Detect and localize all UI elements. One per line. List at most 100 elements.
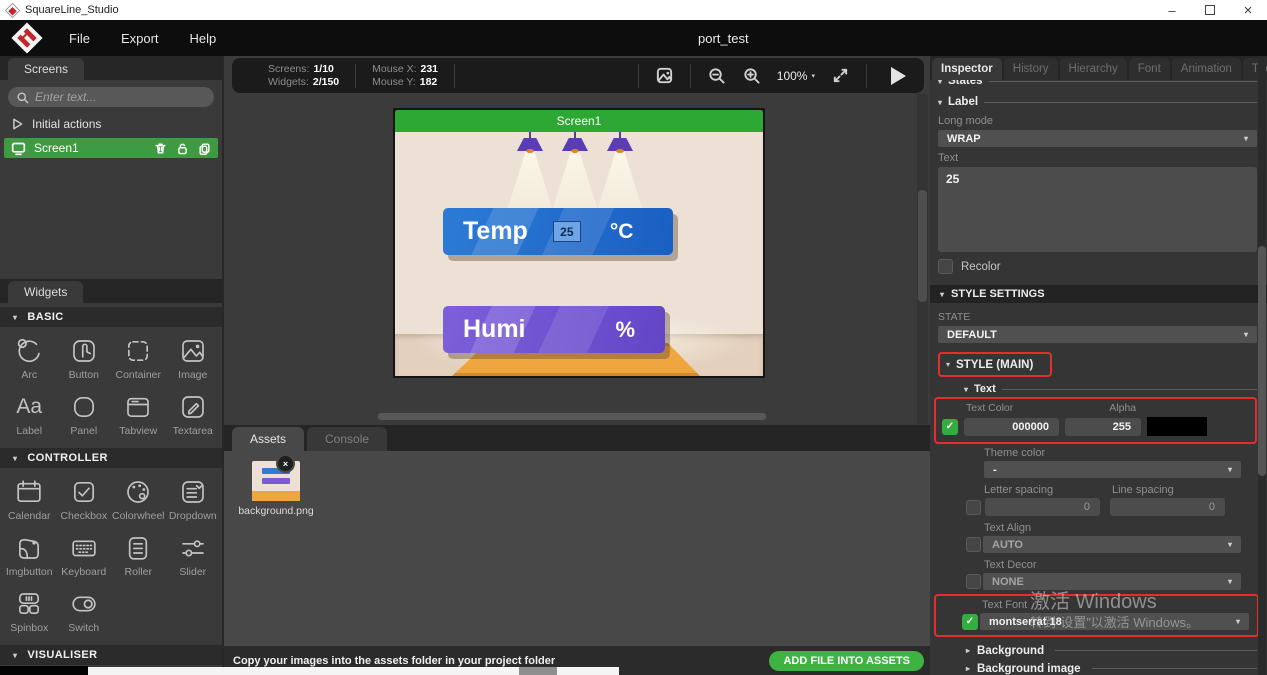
- text-align-dropdown[interactable]: AUTO ▾: [983, 536, 1241, 553]
- screens-search-input[interactable]: Enter text...: [8, 87, 214, 107]
- search-placeholder: Enter text...: [35, 90, 97, 104]
- widget-calendar[interactable]: Calendar: [2, 471, 57, 527]
- play-button[interactable]: [891, 66, 906, 85]
- humi-panel-widget[interactable]: Humi %: [443, 306, 665, 353]
- long-mode-label: Long mode: [938, 115, 994, 127]
- zoom-level-dropdown[interactable]: 100% ▾: [777, 69, 815, 83]
- line-spacing-field[interactable]: 0: [1110, 498, 1225, 516]
- letter-spacing-field[interactable]: 0: [985, 498, 1100, 516]
- minimize-button[interactable]: –: [1153, 0, 1191, 20]
- maximize-button[interactable]: [1191, 0, 1229, 20]
- theme-color-dropdown[interactable]: - ▾: [984, 461, 1241, 478]
- tab-console[interactable]: Console: [307, 427, 388, 451]
- tab-screens[interactable]: Screens: [8, 58, 85, 80]
- widget-tabview[interactable]: Tabview: [111, 386, 166, 442]
- tab-font[interactable]: Font: [1128, 58, 1170, 80]
- widget-label[interactable]: Aa Label: [2, 386, 57, 442]
- screens-widgets-stats: Screens: 1/10 Widgets: 2/150: [268, 62, 340, 88]
- widget-keyboard[interactable]: Keyboard: [57, 527, 112, 583]
- state-dropdown[interactable]: DEFAULT ▾: [938, 326, 1257, 343]
- text-font-dropdown[interactable]: montserrat 18 ▾: [980, 613, 1249, 630]
- screen-canvas[interactable]: Temp 25 °C Humi %: [395, 132, 763, 376]
- screen-header[interactable]: Screen1: [395, 110, 763, 132]
- menu-file[interactable]: File: [69, 31, 90, 46]
- text-color-swatch[interactable]: [1147, 417, 1207, 436]
- add-file-into-assets-button[interactable]: ADD FILE INTO ASSETS: [769, 650, 924, 671]
- duplicate-icon[interactable]: [198, 142, 211, 155]
- tab-history[interactable]: History: [1003, 58, 1058, 80]
- tab-assets[interactable]: Assets: [232, 427, 305, 451]
- dropdown-icon: [181, 481, 204, 503]
- delete-icon[interactable]: [154, 142, 167, 155]
- close-icon: ×: [282, 458, 289, 469]
- toolbar-separator: [637, 63, 639, 88]
- widget-dropdown[interactable]: Dropdown: [166, 471, 221, 527]
- colorwheel-icon: [127, 481, 150, 503]
- widget-spinbox[interactable]: Spinbox: [2, 583, 57, 639]
- section-basic[interactable]: ▾ BASIC: [0, 307, 222, 327]
- label-section-header[interactable]: ▾ Label: [938, 96, 1257, 108]
- widget-panel[interactable]: Panel: [57, 386, 112, 442]
- widget-roller[interactable]: Roller: [111, 527, 166, 583]
- background-image-icon[interactable]: [655, 66, 674, 85]
- spacing-checkbox[interactable]: [966, 499, 981, 515]
- tab-inspector[interactable]: Inspector: [932, 58, 1002, 80]
- style-settings-header[interactable]: ▾ STYLE SETTINGS: [930, 285, 1267, 303]
- widget-checkbox[interactable]: Checkbox: [57, 471, 112, 527]
- background-image-section-header[interactable]: ▸ Background image: [938, 660, 1257, 675]
- initial-actions-row[interactable]: Initial actions: [10, 117, 212, 131]
- menu-help[interactable]: Help: [190, 31, 217, 46]
- humi-unit-label[interactable]: %: [615, 317, 635, 343]
- temp-value-label-selected[interactable]: 25: [552, 221, 581, 242]
- widget-switch[interactable]: Switch: [57, 583, 112, 639]
- screen-list-item-selected[interactable]: Screen1: [4, 138, 218, 158]
- close-button[interactable]: ×: [1229, 0, 1267, 20]
- menu-export[interactable]: Export: [121, 31, 159, 46]
- widget-button[interactable]: Button: [57, 330, 112, 386]
- background-section-header[interactable]: ▸ Background: [938, 642, 1257, 659]
- vertical-scrollbar-thumb[interactable]: [918, 190, 927, 302]
- inspector-scrollbar-thumb[interactable]: [1258, 246, 1266, 476]
- widget-textarea[interactable]: Textarea: [166, 386, 221, 442]
- text-value-textarea[interactable]: 25: [938, 167, 1257, 252]
- widget-image[interactable]: Image: [166, 330, 221, 386]
- recolor-checkbox[interactable]: [938, 259, 953, 274]
- tab-widgets[interactable]: Widgets: [8, 281, 84, 303]
- temp-unit-label[interactable]: °C: [610, 220, 634, 244]
- temp-panel-widget[interactable]: Temp 25 °C: [443, 208, 673, 255]
- widget-slider[interactable]: Slider: [166, 527, 221, 583]
- basic-widgets-grid: Arc Button Container Image Aa Label Pane…: [0, 327, 222, 444]
- window-title: SquareLine_Studio: [25, 4, 119, 16]
- text-decor-checkbox[interactable]: [966, 574, 981, 589]
- lock-icon[interactable]: [176, 142, 189, 155]
- widget-colorwheel[interactable]: Colorwheel: [111, 471, 166, 527]
- text-color-hex-field[interactable]: 000000: [964, 417, 1059, 436]
- text-decor-dropdown[interactable]: NONE ▾: [983, 573, 1241, 590]
- slider-icon: [181, 540, 204, 557]
- states-section-header[interactable]: ▾ States: [938, 80, 1257, 87]
- tab-hierarchy[interactable]: Hierarchy: [1059, 58, 1127, 80]
- section-controller[interactable]: ▾ CONTROLLER: [0, 448, 222, 468]
- tab-animation[interactable]: Animation: [1171, 58, 1241, 80]
- section-visualiser[interactable]: ▾ VISUALISER: [0, 645, 222, 665]
- text-color-checkbox-checked[interactable]: ✓: [942, 418, 958, 435]
- horizontal-scrollbar[interactable]: [378, 413, 766, 420]
- zoom-out-icon[interactable]: [707, 66, 726, 85]
- humi-label[interactable]: Humi: [463, 315, 526, 344]
- fit-to-screen-icon[interactable]: [831, 66, 850, 85]
- zoom-in-icon[interactable]: [742, 66, 761, 85]
- remove-asset-button[interactable]: ×: [276, 454, 295, 473]
- alpha-field[interactable]: 255: [1065, 417, 1141, 436]
- text-style-section-header[interactable]: ▾ Text: [964, 383, 1257, 395]
- asset-item[interactable]: × background.png: [238, 454, 314, 518]
- widget-imgbutton[interactable]: Imgbutton: [2, 527, 57, 583]
- widgets-count: 2/150: [312, 75, 340, 88]
- text-font-checkbox-checked[interactable]: ✓: [962, 613, 978, 630]
- long-mode-dropdown[interactable]: WRAP ▾: [938, 130, 1257, 147]
- text-align-checkbox[interactable]: [966, 537, 981, 552]
- temp-label[interactable]: Temp: [463, 217, 528, 246]
- widget-arc[interactable]: Arc: [2, 330, 57, 386]
- chevron-down-icon: ▾: [938, 97, 943, 107]
- style-main-header-highlighted[interactable]: ▾ STYLE (MAIN): [938, 352, 1052, 377]
- widget-container[interactable]: Container: [111, 330, 166, 386]
